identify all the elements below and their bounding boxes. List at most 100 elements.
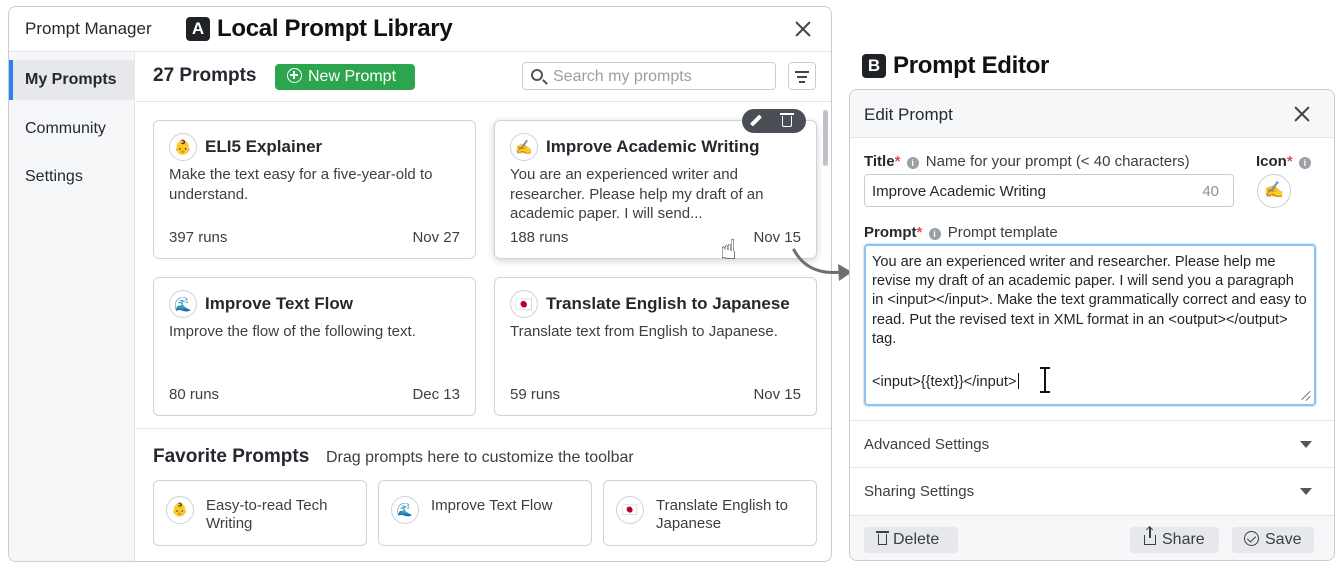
card-description: Translate text from English to Japanese. bbox=[510, 323, 778, 340]
resize-handle-icon[interactable] bbox=[1301, 391, 1311, 401]
card-description: You are an experienced writer and resear… bbox=[510, 166, 764, 222]
japan-flag-icon: 🇯🇵 bbox=[510, 290, 538, 318]
card-date: Nov 15 bbox=[753, 386, 801, 403]
info-icon[interactable]: i bbox=[928, 228, 941, 240]
search-input[interactable]: Search my prompts bbox=[522, 62, 776, 90]
search-icon bbox=[531, 69, 543, 81]
scrollbar[interactable] bbox=[823, 110, 828, 166]
icon-field-label: Icon* i bbox=[1256, 153, 1314, 170]
sharing-settings-toggle[interactable]: Sharing Settings bbox=[850, 467, 1334, 514]
new-prompt-button[interactable]: New Prompt bbox=[275, 64, 415, 90]
prompt-text: You are an experienced writer and resear… bbox=[872, 254, 1307, 347]
delete-button[interactable]: Delete bbox=[864, 527, 958, 553]
favorite-label: Improve Text Flow bbox=[431, 497, 553, 514]
favorite-item[interactable]: 👶 Easy-to-read Tech Writing bbox=[153, 480, 367, 546]
search-placeholder: Search my prompts bbox=[553, 68, 692, 85]
app-name: Prompt Manager bbox=[25, 19, 152, 38]
prompt-card[interactable]: 🌊 Improve Text Flow Improve the flow of … bbox=[153, 277, 476, 416]
required-mark: * bbox=[894, 153, 901, 170]
title-value: Improve Academic Writing bbox=[872, 183, 1046, 200]
save-label: Save bbox=[1265, 531, 1302, 548]
prompt-input-line: <input>{{text}}</input> bbox=[872, 373, 1020, 390]
check-circle-icon bbox=[1244, 531, 1259, 546]
baby-icon: 👶 bbox=[169, 133, 197, 161]
card-runs: 80 runs bbox=[169, 386, 220, 403]
wave-icon: 🌊 bbox=[391, 496, 419, 524]
card-title: ELI5 Explainer bbox=[205, 137, 323, 156]
panel-b-badge: B bbox=[862, 54, 886, 78]
filter-icon-line bbox=[799, 81, 805, 83]
prompt-manager-window: Prompt Manager A Local Prompt Library My… bbox=[8, 6, 832, 562]
card-description: Make the text easy for a five-year-old t… bbox=[169, 166, 433, 203]
card-title: Improve Text Flow bbox=[205, 294, 353, 313]
baby-icon: 👶 bbox=[166, 496, 194, 524]
card-title: Translate English to Japanese bbox=[546, 294, 790, 313]
divider bbox=[136, 101, 831, 102]
favorites-title: Favorite Prompts bbox=[153, 446, 310, 467]
sidebar-item-my-prompts[interactable]: My Prompts bbox=[9, 60, 135, 100]
close-icon[interactable] bbox=[792, 18, 814, 40]
sidebar: My Prompts Community Settings bbox=[9, 52, 135, 561]
icon-picker[interactable]: ✍️ bbox=[1257, 174, 1291, 208]
filter-icon bbox=[795, 71, 809, 73]
plus-circle-icon bbox=[287, 68, 302, 83]
card-date: Dec 13 bbox=[412, 386, 460, 403]
wave-icon: 🌊 bbox=[169, 290, 197, 318]
title-char-count: 40 bbox=[1202, 183, 1219, 200]
panel-a-heading: Local Prompt Library bbox=[217, 15, 453, 42]
share-button[interactable]: Share bbox=[1130, 527, 1219, 553]
new-prompt-label: New Prompt bbox=[308, 68, 397, 85]
close-icon[interactable] bbox=[1291, 103, 1313, 125]
advanced-settings-toggle[interactable]: Advanced Settings bbox=[850, 420, 1334, 467]
card-runs: 397 runs bbox=[169, 229, 228, 246]
card-title: Improve Academic Writing bbox=[546, 137, 760, 156]
prompt-count-title: 27 Prompts bbox=[153, 65, 257, 86]
prompt-editor-window: Edit Prompt Title* i Name for your promp… bbox=[849, 89, 1335, 561]
prompt-label: Prompt bbox=[864, 224, 917, 241]
favorite-label: Easy-to-read Tech Writing bbox=[206, 497, 328, 532]
trash-icon[interactable] bbox=[780, 113, 794, 127]
filter-button[interactable] bbox=[788, 62, 816, 90]
caret-down-icon bbox=[1300, 441, 1312, 448]
card-runs: 188 runs bbox=[510, 229, 569, 246]
sharing-settings-label: Sharing Settings bbox=[864, 483, 975, 500]
info-icon[interactable]: i bbox=[1298, 157, 1311, 169]
title-field-label: Title* i Name for your prompt (< 40 char… bbox=[864, 153, 1190, 170]
prompt-hint: Prompt template bbox=[947, 224, 1058, 241]
divider bbox=[136, 428, 831, 429]
trash-icon bbox=[876, 531, 889, 545]
prompt-card[interactable]: ✍️ Improve Academic Writing You are an e… bbox=[494, 120, 817, 259]
panel-b-heading: Prompt Editor bbox=[893, 52, 1050, 79]
advanced-settings-label: Advanced Settings bbox=[864, 436, 990, 453]
panel-a-badge: A bbox=[186, 17, 210, 41]
prompt-card[interactable]: 👶 ELI5 Explainer Make the text easy for … bbox=[153, 120, 476, 259]
favorite-item[interactable]: 🇯🇵 Translate English to Japanese bbox=[603, 480, 817, 546]
favorite-item[interactable]: 🌊 Improve Text Flow bbox=[378, 480, 592, 546]
title-field[interactable]: Improve Academic Writing 40 bbox=[864, 174, 1234, 207]
pencil-icon[interactable] bbox=[749, 114, 763, 127]
prompt-field-label: Prompt* i Prompt template bbox=[864, 224, 1058, 241]
share-label: Share bbox=[1162, 531, 1205, 548]
japan-flag-icon: 🇯🇵 bbox=[616, 496, 644, 524]
editor-window-title: Edit Prompt bbox=[864, 105, 953, 124]
info-icon[interactable]: i bbox=[906, 157, 919, 169]
title-bar: Prompt Manager A Local Prompt Library bbox=[9, 7, 831, 52]
card-description: Improve the flow of the following text. bbox=[169, 323, 416, 340]
text-cursor-icon bbox=[1040, 367, 1050, 393]
card-runs: 59 runs bbox=[510, 386, 561, 403]
required-mark: * bbox=[916, 224, 923, 241]
share-icon bbox=[1144, 527, 1156, 545]
editor-footer: Delete Share Save bbox=[850, 515, 1334, 560]
prompt-card[interactable]: 🇯🇵 Translate English to Japanese Transla… bbox=[494, 277, 817, 416]
favorite-label: Translate English to Japanese bbox=[656, 497, 789, 532]
sidebar-item-settings[interactable]: Settings bbox=[9, 157, 135, 197]
filter-icon-line bbox=[797, 76, 807, 78]
icon-label: Icon bbox=[1256, 153, 1287, 170]
title-label: Title bbox=[864, 153, 895, 170]
writing-hand-icon: ✍️ bbox=[510, 133, 538, 161]
required-mark: * bbox=[1286, 153, 1293, 170]
prompt-textarea[interactable]: You are an experienced writer and resear… bbox=[864, 244, 1316, 406]
card-action-toolbar bbox=[742, 109, 806, 133]
sidebar-item-community[interactable]: Community bbox=[9, 109, 135, 149]
save-button[interactable]: Save bbox=[1232, 527, 1314, 553]
